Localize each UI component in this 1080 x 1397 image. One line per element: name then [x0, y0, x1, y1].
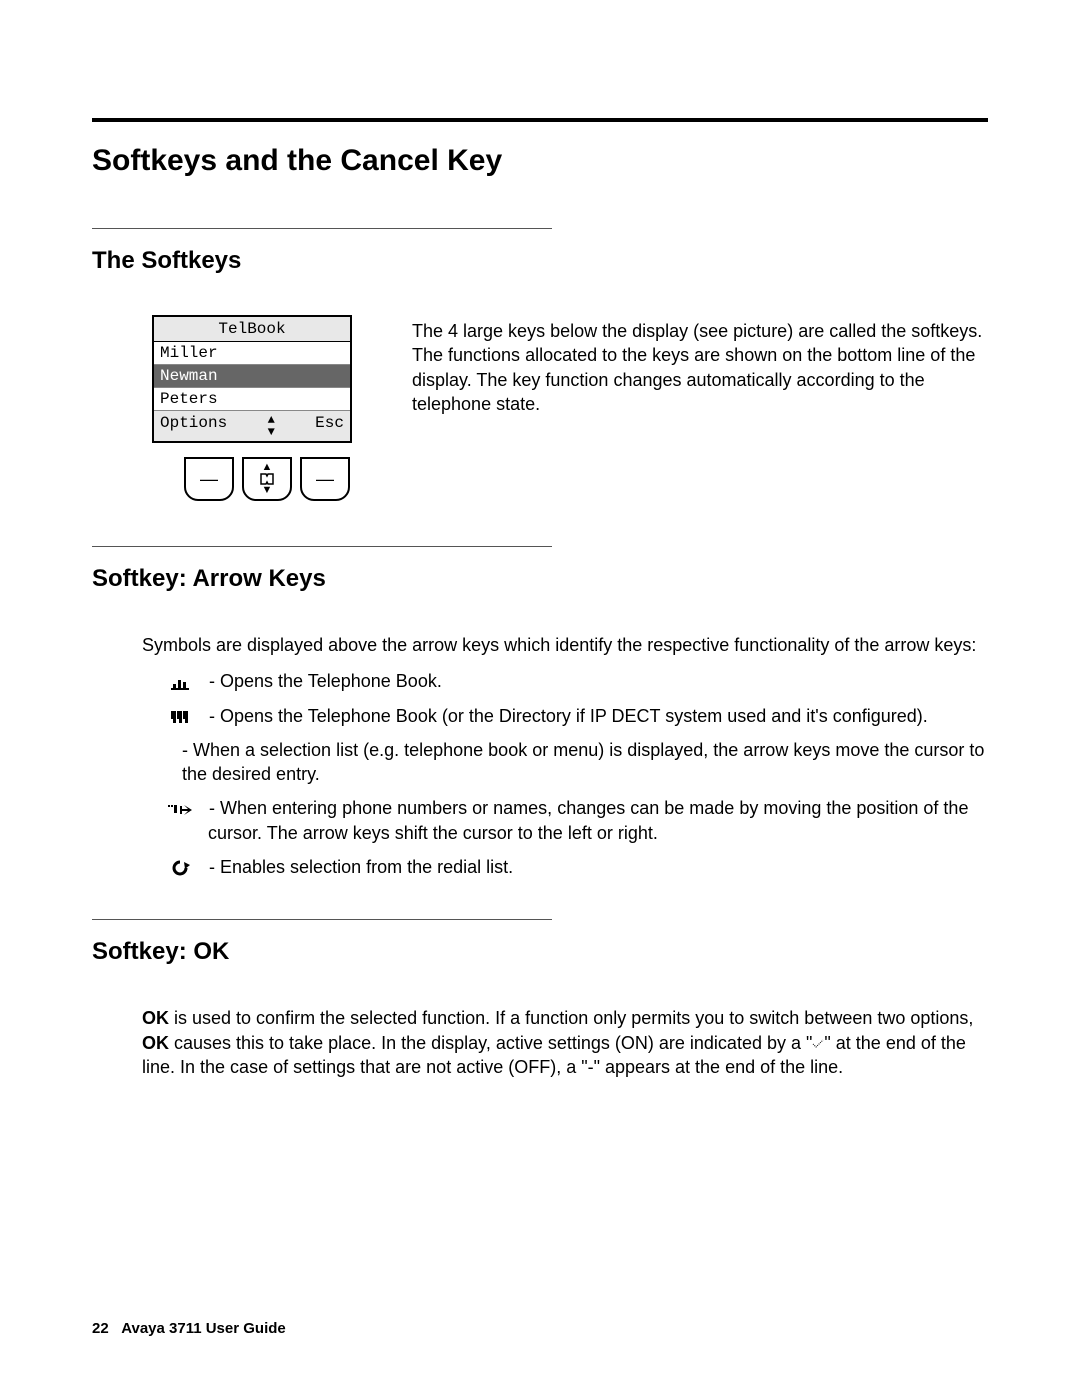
softkeys-intro-text: The 4 large keys below the display (see … [412, 315, 988, 501]
page-footer: 22 Avaya 3711 User Guide [92, 1320, 286, 1337]
softkey-left-label: Options [160, 414, 227, 438]
section-rule [92, 228, 552, 229]
display-item: Miller [154, 342, 350, 365]
page-number: 22 [92, 1320, 109, 1337]
display-title: TelBook [154, 317, 350, 342]
directory-icon [182, 704, 204, 728]
display-softkey-row: Options ▲▼ Esc [154, 411, 350, 441]
arrow-item-text: - Opens the Telephone Book (or the Direc… [204, 706, 928, 726]
heading-arrow-keys: Softkey: Arrow Keys [92, 565, 988, 593]
display-item-selected: Newman [154, 365, 350, 388]
ok-text: is used to confirm the selected function… [169, 1008, 973, 1028]
arrow-item: - Enables selection from the redial list… [182, 855, 988, 879]
section-rule [92, 546, 552, 547]
ok-text: causes this to take place. In the displa… [169, 1033, 812, 1053]
ok-paragraph: OK is used to confirm the selected funct… [142, 1006, 988, 1079]
display-item: Peters [154, 388, 350, 411]
redial-icon [182, 855, 204, 879]
softkey-right: — [300, 457, 350, 501]
arrow-item-text: - Opens the Telephone Book. [204, 671, 442, 691]
top-rule [92, 118, 988, 122]
arrow-item: - Opens the Telephone Book. [182, 669, 988, 693]
phone-display-figure: TelBook Miller Newman Peters Options ▲▼ … [152, 315, 382, 501]
heading-softkeys: The Softkeys [92, 247, 988, 275]
checkmark-icon [812, 1033, 824, 1053]
arrow-item-text: - When entering phone numbers or names, … [204, 798, 968, 842]
ok-bold: OK [142, 1008, 169, 1028]
arrow-item: - When a selection list (e.g. telephone … [182, 738, 988, 787]
softkey-right-label: Esc [315, 414, 344, 438]
arrow-item: - Opens the Telephone Book (or the Direc… [182, 704, 988, 728]
arrow-item: - When entering phone numbers or names, … [182, 796, 988, 845]
updown-icon: ▲▼ [268, 414, 275, 438]
softkey-center: ▲ ▼ [242, 457, 292, 501]
softkey-left: — [184, 457, 234, 501]
telbook-icon [182, 669, 204, 693]
guide-title: Avaya 3711 User Guide [121, 1320, 286, 1337]
ok-bold: OK [142, 1033, 169, 1053]
cursor-icon [182, 796, 204, 820]
arrow-item-text: - When a selection list (e.g. telephone … [182, 740, 984, 784]
arrow-intro-text: Symbols are displayed above the arrow ke… [142, 633, 988, 657]
arrow-item-text: - Enables selection from the redial list… [204, 857, 513, 877]
page-title: Softkeys and the Cancel Key [92, 144, 988, 178]
section-rule [92, 919, 552, 920]
heading-ok: Softkey: OK [92, 938, 988, 966]
